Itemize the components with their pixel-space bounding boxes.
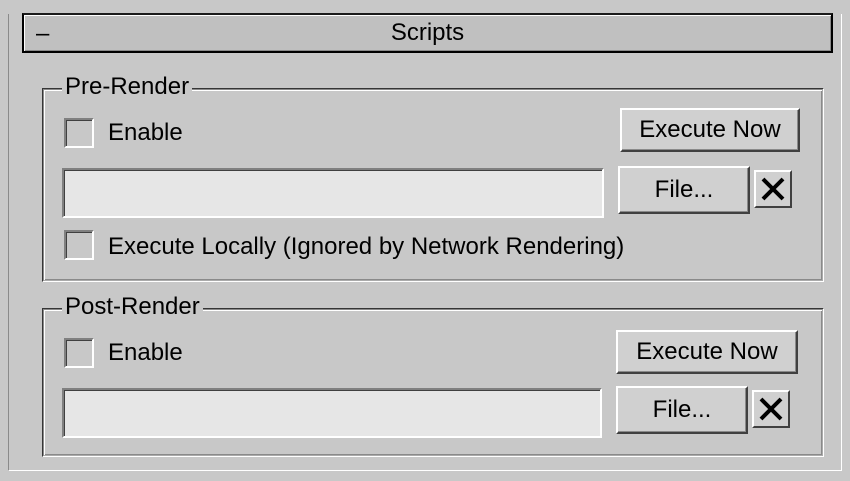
post-render-script-field[interactable] xyxy=(62,388,602,438)
post-render-clear-button[interactable] xyxy=(752,390,790,428)
pre-render-legend: Pre-Render xyxy=(62,72,193,102)
pre-render-enable-checkbox[interactable] xyxy=(64,118,94,148)
pre-render-enable-label: Enable xyxy=(108,119,183,146)
execute-locally-label: Execute Locally (Ignored by Network Rend… xyxy=(108,233,625,260)
pre-render-file-button[interactable]: File... xyxy=(618,166,750,214)
post-render-execute-now-button[interactable]: Execute Now xyxy=(616,330,798,374)
post-render-enable-checkbox[interactable] xyxy=(64,338,94,368)
post-render-file-button[interactable]: File... xyxy=(616,386,748,434)
pre-render-script-field[interactable] xyxy=(62,168,604,218)
post-render-legend: Post-Render xyxy=(62,292,203,322)
rollout-header[interactable]: – Scripts xyxy=(22,13,833,53)
pre-render-execute-now-button[interactable]: Execute Now xyxy=(620,108,800,152)
rollout-title: Scripts xyxy=(390,19,465,46)
post-render-enable-label: Enable xyxy=(108,339,183,366)
pre-render-clear-button[interactable] xyxy=(754,170,792,208)
execute-locally-checkbox[interactable] xyxy=(64,230,94,260)
x-icon xyxy=(759,397,783,421)
x-icon xyxy=(761,177,785,201)
